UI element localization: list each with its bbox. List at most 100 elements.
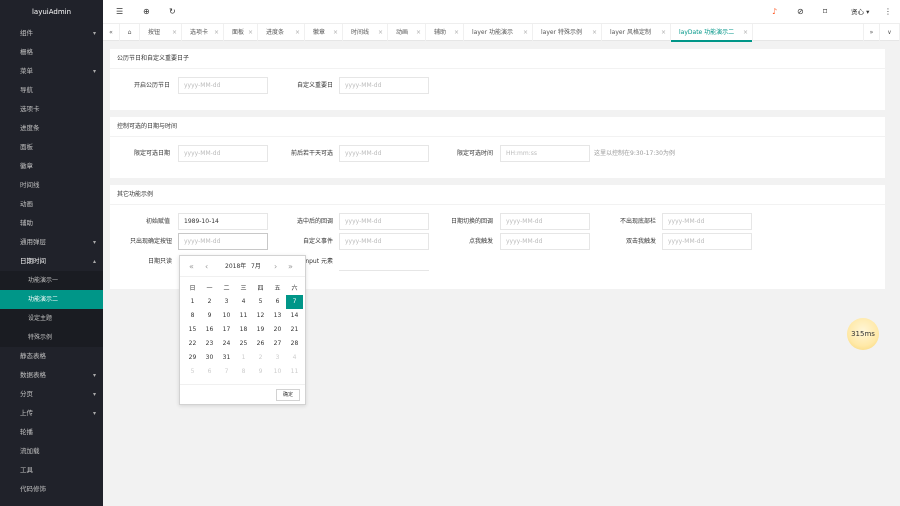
calendar-day[interactable]: 8	[235, 365, 252, 379]
tab-1[interactable]: 选项卡 ×	[182, 24, 224, 41]
close-icon[interactable]: ×	[295, 24, 300, 41]
tabs-dropdown-icon[interactable]: ∨	[880, 24, 900, 41]
calendar-day[interactable]: 6	[201, 365, 218, 379]
sidebar-item-12[interactable]: 日期时间 ▴	[0, 252, 103, 271]
calendar-day[interactable]: 28	[286, 337, 303, 351]
tab-4[interactable]: 徽章 ×	[305, 24, 343, 41]
click-trigger-input[interactable]: yyyy-MM-dd	[500, 233, 590, 250]
calendar-day[interactable]: 25	[235, 337, 252, 351]
change-callback-input[interactable]: yyyy-MM-dd	[500, 213, 590, 230]
menu-toggle-icon[interactable]: ☰	[116, 0, 123, 24]
sidebar-item-27[interactable]: 代码修饰	[0, 480, 103, 499]
tab-5[interactable]: 时间线 ×	[343, 24, 388, 41]
sidebar-item-4[interactable]: 选项卡	[0, 100, 103, 119]
calendar-day[interactable]: 1	[184, 295, 201, 309]
calendar-day[interactable]: 12	[252, 309, 269, 323]
tab-8[interactable]: layer 功能演示 ×	[464, 24, 533, 41]
tab-9[interactable]: layer 特殊示例 ×	[533, 24, 602, 41]
calendar-day[interactable]: 8	[184, 309, 201, 323]
done-callback-input[interactable]: yyyy-MM-dd	[339, 213, 429, 230]
home-link-icon[interactable]: ⊕	[143, 0, 150, 24]
tab-2[interactable]: 面板 ×	[224, 24, 258, 41]
close-icon[interactable]: ×	[416, 24, 421, 41]
sidebar-subitem-3[interactable]: 特殊示例	[0, 328, 103, 347]
calendar-month[interactable]: 7月	[251, 256, 261, 277]
custom-important-date-input[interactable]: yyyy-MM-dd	[339, 77, 429, 94]
calendar-day[interactable]: 16	[201, 323, 218, 337]
calendar-day[interactable]: 24	[218, 337, 235, 351]
calendar-day[interactable]: 26	[252, 337, 269, 351]
calendar-day[interactable]: 4	[235, 295, 252, 309]
calendar-day[interactable]: 29	[184, 351, 201, 365]
confirm-button[interactable]: 确定	[275, 389, 300, 401]
limited-date-input[interactable]: yyyy-MM-dd	[178, 145, 268, 162]
calendar-day[interactable]: 9	[201, 309, 218, 323]
close-icon[interactable]: ×	[454, 24, 459, 41]
app-logo[interactable]: layuiAdmin	[0, 0, 103, 24]
close-icon[interactable]: ×	[743, 24, 748, 41]
tab-11[interactable]: layDate 功能演示二 ×	[671, 24, 753, 42]
close-icon[interactable]: ×	[523, 24, 528, 41]
calendar-day[interactable]: 9	[252, 365, 269, 379]
sidebar-item-9[interactable]: 动画	[0, 195, 103, 214]
calendar-day[interactable]: 11	[286, 365, 303, 379]
calendar-day[interactable]: 14	[286, 309, 303, 323]
custom-event-input[interactable]: yyyy-MM-dd	[339, 233, 429, 250]
calendar-day[interactable]: 5	[184, 365, 201, 379]
close-icon[interactable]: ×	[661, 24, 666, 41]
close-icon[interactable]: ×	[172, 24, 177, 41]
sidebar-item-7[interactable]: 徽章	[0, 157, 103, 176]
limited-time-input[interactable]: HH:mm:ss	[500, 145, 590, 162]
sidebar-item-3[interactable]: 导航	[0, 81, 103, 100]
theme-icon[interactable]: ⊘	[797, 0, 804, 24]
sidebar-item-22[interactable]: 分页 ▾	[0, 385, 103, 404]
sidebar-item-10[interactable]: 辅助	[0, 214, 103, 233]
sidebar-item-5[interactable]: 进度条	[0, 119, 103, 138]
sidebar-item-21[interactable]: 数据表格 ▾	[0, 366, 103, 385]
tabs-next-icon[interactable]: »	[863, 24, 880, 41]
holiday-date-input[interactable]: yyyy-MM-dd	[178, 77, 268, 94]
sidebar-subitem-1[interactable]: 功能演示二	[0, 290, 103, 309]
sidebar-subitem-2[interactable]: 设定主题	[0, 309, 103, 328]
confirm-only-input[interactable]: yyyy-MM-dd	[178, 233, 268, 250]
calendar-day[interactable]: 2	[201, 295, 218, 309]
user-menu[interactable]: 贤心 ▾	[851, 0, 869, 24]
calendar-day[interactable]: 20	[269, 323, 286, 337]
sidebar-item-26[interactable]: 工具	[0, 461, 103, 480]
calendar-day[interactable]: 11	[235, 309, 252, 323]
calendar-year[interactable]: 2018年	[225, 256, 246, 277]
sidebar-item-24[interactable]: 轮播	[0, 423, 103, 442]
calendar-day[interactable]: 5	[252, 295, 269, 309]
sidebar-item-11[interactable]: 通用弹层 ▾	[0, 233, 103, 252]
close-icon[interactable]: ×	[248, 24, 253, 41]
prev-year-icon[interactable]: «	[189, 256, 194, 277]
tabs-prev-icon[interactable]: «	[103, 24, 120, 41]
calendar-day[interactable]: 23	[201, 337, 218, 351]
refresh-icon[interactable]: ↻	[169, 0, 176, 24]
bell-icon[interactable]: ♪	[772, 0, 777, 24]
next-month-icon[interactable]: ›	[274, 256, 277, 277]
no-footer-input[interactable]: yyyy-MM-dd	[662, 213, 752, 230]
calendar-day[interactable]: 15	[184, 323, 201, 337]
tag-icon[interactable]: ⌑	[823, 0, 827, 24]
calendar-day[interactable]: 7	[286, 295, 303, 309]
calendar-day[interactable]: 10	[269, 365, 286, 379]
calendar-day[interactable]: 3	[269, 351, 286, 365]
calendar-day[interactable]: 7	[218, 365, 235, 379]
calendar-day[interactable]: 13	[269, 309, 286, 323]
close-icon[interactable]: ×	[214, 24, 219, 41]
calendar-day[interactable]: 22	[184, 337, 201, 351]
calendar-day[interactable]: 21	[286, 323, 303, 337]
home-tab-icon[interactable]: ⌂	[120, 24, 140, 41]
sidebar-item-6[interactable]: 面板	[0, 138, 103, 157]
calendar-day[interactable]: 27	[269, 337, 286, 351]
tab-10[interactable]: layer 风格定制 ×	[602, 24, 671, 41]
calendar-day[interactable]: 31	[218, 351, 235, 365]
tab-0[interactable]: 按钮 ×	[140, 24, 182, 41]
calendar-day[interactable]: 30	[201, 351, 218, 365]
sidebar-item-20[interactable]: 静态表格	[0, 347, 103, 366]
sidebar-item-23[interactable]: 上传 ▾	[0, 404, 103, 423]
dblclick-trigger-input[interactable]: yyyy-MM-dd	[662, 233, 752, 250]
calendar-day[interactable]: 19	[252, 323, 269, 337]
calendar-day[interactable]: 2	[252, 351, 269, 365]
